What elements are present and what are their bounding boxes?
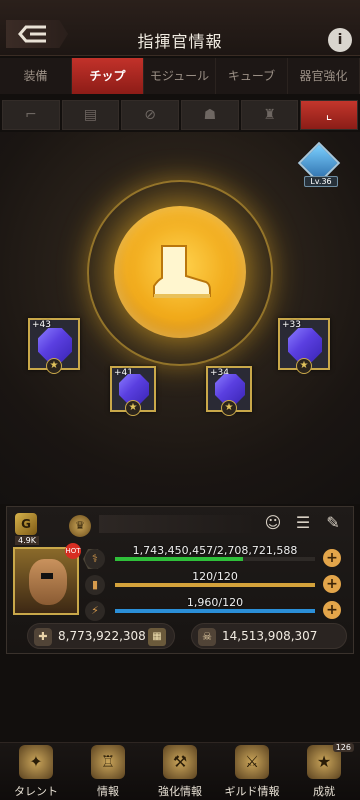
add-button[interactable]: +: [323, 575, 341, 593]
guild-icon: ⚔: [235, 745, 269, 779]
blade-icon: ⊘: [144, 107, 157, 123]
power-value-left: 8,773,922,308: [58, 629, 146, 643]
stat-value: 1,960/120: [186, 596, 244, 609]
chip-slot[interactable]: +33 ★: [278, 318, 330, 374]
tab-chip[interactable]: チップ: [72, 58, 144, 94]
chip-gem-icon: [38, 328, 72, 362]
nav-guild[interactable]: ⚔ ギルド情報: [216, 743, 288, 800]
boot-orb[interactable]: [114, 206, 246, 338]
nav-label: 強化情報: [158, 785, 202, 798]
bolt-icon: ⚡: [85, 601, 105, 621]
category-boot[interactable]: ⌞: [300, 100, 359, 130]
stat-bar: [115, 583, 315, 587]
panel-actions: ☺ ☰ ✎: [263, 513, 343, 533]
tab-cube[interactable]: キューブ: [216, 58, 288, 94]
info-icon: ♖: [91, 745, 125, 779]
star-icon: ★: [221, 400, 237, 416]
category-blade[interactable]: ⊘: [121, 100, 180, 130]
power-pill-left[interactable]: ✚ 8,773,922,308 ▦: [27, 623, 175, 649]
nav-upgrade[interactable]: ⚒ 強化情報: [144, 743, 216, 800]
hot-badge: HOT: [65, 543, 81, 559]
vest-icon: ♜: [263, 107, 276, 123]
stat-fill: [115, 583, 315, 587]
boot-icon: [153, 245, 211, 298]
nav-achievement[interactable]: ★ 126 成就: [288, 743, 360, 800]
header: 指揮官情報 i: [0, 0, 360, 56]
stat-bar: [115, 609, 315, 613]
add-button[interactable]: +: [323, 601, 341, 619]
category-mask[interactable]: ☗: [181, 100, 239, 130]
category-card[interactable]: ▤: [61, 100, 120, 130]
boot-icon: ⌞: [325, 107, 333, 123]
gift-icon: ✚: [34, 628, 52, 646]
guild-emblem-icon: ♛: [69, 515, 91, 537]
tab-module[interactable]: モジュール: [144, 58, 216, 94]
card-icon: ▤: [83, 107, 98, 123]
chip-category-bar: ⌐ ▤ ⊘ ☗ ♜ ⌞: [0, 100, 360, 130]
commander-panel: G 4.9K ♛ ☺ ☰ ✎ HOT 80 ⚕ 1,743,450,457/2,…: [6, 506, 354, 654]
achievement-count-badge: 126: [332, 743, 354, 752]
add-button[interactable]: +: [323, 549, 341, 567]
skull-icon: ☠: [198, 628, 216, 646]
stat-row-dna: ⚕ 1,743,450,457/2,708,721,588 +: [85, 544, 341, 569]
list-icon[interactable]: ☰: [293, 513, 313, 533]
nav-talent[interactable]: ✦ タレント: [0, 743, 72, 800]
chip-slot[interactable]: +41 ★: [110, 366, 156, 416]
rank-icon: G: [15, 513, 37, 535]
power-pill-right[interactable]: ☠ 14,513,908,307: [191, 623, 347, 649]
power-value-right: 14,513,908,307: [222, 629, 318, 643]
nav-label: 情報: [97, 785, 119, 798]
chip-gem-icon: [288, 328, 322, 362]
stat-row-ammo: ▮ 120/120 +: [85, 570, 341, 595]
stat-value: 120/120: [192, 570, 238, 583]
chip-stage: Lv.36 +43 ★ +41 ★ +34 ★ +33 ★: [0, 132, 360, 504]
category-vest[interactable]: ♜: [240, 100, 299, 130]
tab-organ-enhance[interactable]: 器官強化: [288, 58, 360, 94]
upgrade-icon: ⚒: [163, 745, 197, 779]
info-icon[interactable]: i: [328, 28, 352, 52]
mask-icon: ☗: [203, 107, 217, 123]
name-bar: [99, 515, 259, 533]
book-icon: ▦: [148, 628, 166, 646]
ammo-icon: ▮: [85, 575, 105, 595]
dna-icon: ⚕: [85, 549, 105, 569]
level-badge-text: Lv.36: [304, 176, 338, 187]
star-icon: ★: [125, 400, 141, 416]
stat-bar: [115, 557, 315, 561]
edit-icon[interactable]: ✎: [323, 513, 343, 533]
talent-icon: ✦: [19, 745, 53, 779]
bottom-nav: ✦ タレント ♖ 情報 ⚒ 強化情報 ⚔ ギルド情報 ★ 126 成就: [0, 742, 360, 800]
nav-label: 成就: [313, 785, 335, 798]
tab-bar: 装備 チップ モジュール キューブ 器官強化: [0, 58, 360, 94]
power-short: 4.9K: [15, 536, 39, 545]
stat-row-energy: ⚡ 1,960/120 +: [85, 596, 341, 621]
star-icon: ★: [46, 358, 62, 374]
page-title: 指揮官情報: [137, 32, 223, 51]
chip-slot[interactable]: +43 ★: [28, 318, 80, 374]
stat-fill: [115, 557, 243, 561]
category-pistol[interactable]: ⌐: [2, 100, 60, 130]
eyepatch: [41, 573, 53, 579]
profile-settings-icon[interactable]: ☺: [263, 513, 283, 533]
tab-equipment[interactable]: 装備: [0, 58, 72, 94]
avatar-face: [29, 559, 67, 605]
stat-value: 1,743,450,457/2,708,721,588: [132, 544, 298, 557]
nav-label: ギルド情報: [224, 785, 280, 798]
pistol-icon: ⌐: [24, 107, 37, 123]
nav-info[interactable]: ♖ 情報: [72, 743, 144, 800]
star-icon: ★: [296, 358, 312, 374]
chip-slot[interactable]: +34 ★: [206, 366, 252, 416]
stat-fill: [115, 609, 315, 613]
nav-label: タレント: [14, 785, 58, 798]
